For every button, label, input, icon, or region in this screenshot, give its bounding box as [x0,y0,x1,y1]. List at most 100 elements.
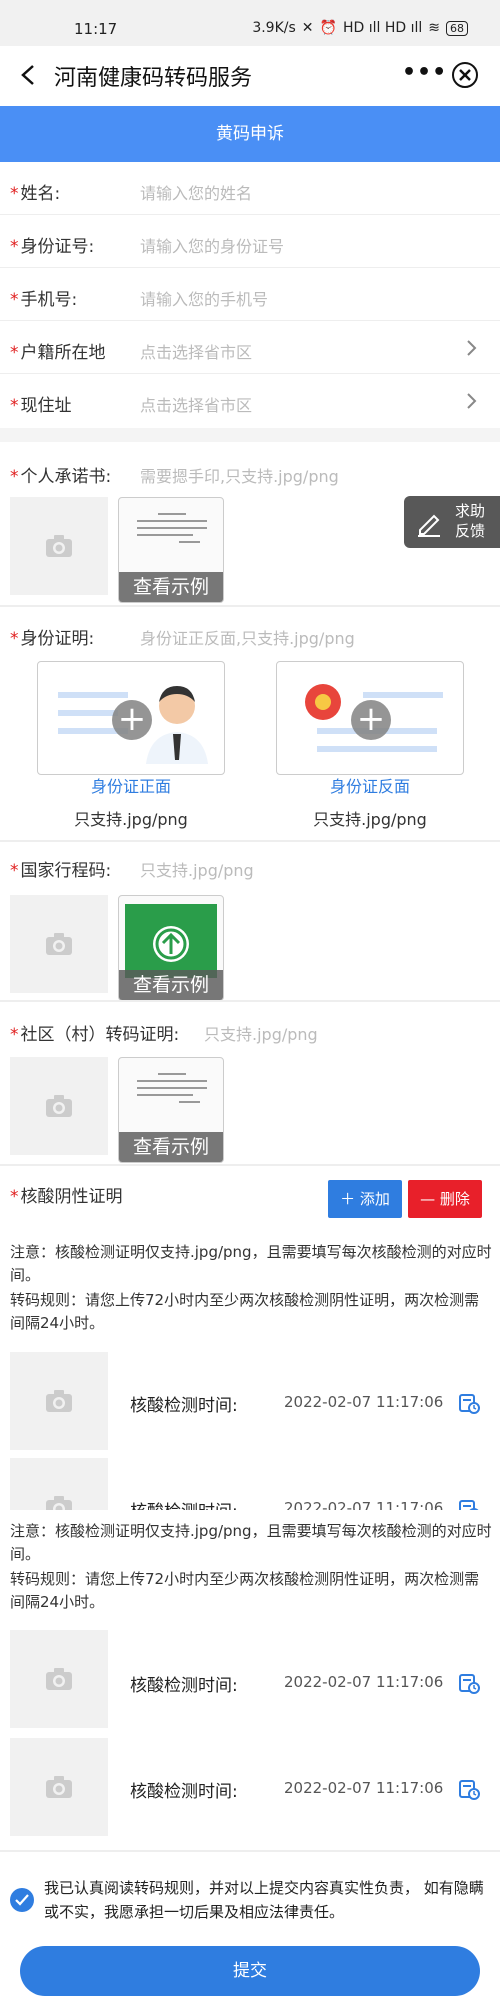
plus-icon: ＋ [340,1190,360,1208]
back-arrow-icon [21,65,34,85]
nucleic-time-value[interactable]: 2022-02-07 11:17:06 [284,1499,443,1510]
nucleic-note: 注意：核酸检测证明仅支持.jpg/png，且需要填写每次核酸检测的对应时间。 [10,1243,492,1284]
calendar-clock-icon[interactable] [458,1498,480,1510]
status-icons: 3.9K/s ✕ ⏰ HD ıll HD ıll ≋ 68 [252,20,468,36]
pledge-label: * 个人承诺书: [10,467,112,487]
residence-select[interactable]: 点击选择省市区 [140,392,252,416]
camera-icon [46,933,72,955]
status-time: 11:17 [74,20,118,38]
id-front-upload[interactable]: + [37,661,225,775]
camera-icon [46,535,72,557]
pledge-upload[interactable] [10,497,108,595]
nucleic-time-label: 核酸检测时间: [130,1782,238,1802]
signal-icon: HD ıll HD ıll [342,20,423,36]
mute-icon: ✕ [301,20,314,36]
nucleic-rule: 转码规则：请您上传72小时内至少两次核酸检测阴性证明，两次检测需间隔24小时。 [10,1570,480,1611]
feedback-label: 反馈 [455,522,486,540]
status-bar: 11:17 3.9K/s ✕ ⏰ HD ıll HD ıll ≋ 68 [0,0,500,46]
network-speed: 3.9K/s [252,20,296,36]
close-button[interactable] [452,62,478,88]
nucleic-entry-clipped: 核酸检测时间: 2022-02-07 11:17:06 [0,1458,500,1510]
agree-checkbox[interactable] [10,1888,34,1912]
camera-icon [46,1390,72,1412]
help-feedback-button[interactable]: 求助 反馈 [404,496,500,548]
nucleic-time-value[interactable]: 2022-02-07 11:17:06 [284,1393,443,1411]
id-back-format: 只支持.jpg/png [313,810,427,829]
residence-label: * 现住址 [10,396,72,416]
itinerary-upload[interactable] [10,895,108,993]
residence-row[interactable]: * 现住址 点击选择省市区 [0,374,500,428]
submit-button[interactable]: 提交 [20,1946,480,1996]
nucleic-time-value[interactable]: 2022-02-07 11:17:06 [284,1673,443,1691]
pledge-sample[interactable]: 查看示例 [118,497,224,603]
title-bar: 河南健康码转码服务 ••• [0,46,500,106]
id-proof-hint: 身份证正反面,只支持.jpg/png [140,629,355,648]
community-hint: 只支持.jpg/png [204,1025,318,1044]
divider [0,605,500,607]
id-number-label: * 身份证号: [10,237,95,257]
person-avatar-icon [146,686,208,764]
nucleic-time-label: 核酸检测时间: [130,1497,238,1510]
id-front-format: 只支持.jpg/png [74,810,188,829]
community-upload[interactable] [10,1057,108,1155]
battery-icon: 68 [446,20,468,36]
agreement-text: 我已认真阅读转码规则，并对以上提交内容真实性负责， 如有隐瞒或不实，我愿承担一切… [44,1879,484,1921]
delete-button[interactable]: — 删除 [408,1180,482,1218]
phone-row[interactable]: * 手机号: 请输入您的手机号 [0,268,500,321]
nucleic-upload-3[interactable] [10,1630,108,1728]
nucleic-upload-2[interactable] [10,1458,108,1510]
name-input[interactable]: 请输入您的姓名 [140,180,252,204]
household-row[interactable]: * 户籍所在地 点击选择省市区 [0,321,500,374]
id-number-input[interactable]: 请输入您的身份证号 [140,233,284,257]
phone-input[interactable]: 请输入您的手机号 [140,286,268,310]
nucleic-upload-4[interactable] [10,1738,108,1836]
itinerary-code-thumbnail [125,904,217,978]
household-label: * 户籍所在地 [10,343,106,363]
id-number-row[interactable]: * 身份证号: 请输入您的身份证号 [0,215,500,268]
banner-yellow-code-appeal: 黄码申诉 [0,106,500,162]
calendar-clock-icon[interactable] [458,1672,480,1694]
nucleic-upload-1[interactable] [10,1352,108,1450]
add-photo-icon: + [351,700,391,740]
more-menu-button[interactable]: ••• [402,60,447,85]
alarm-icon: ⏰ [319,20,337,36]
view-sample-label: 查看示例 [119,970,223,1000]
id-front-caption: 身份证正面 [90,777,171,796]
camera-icon [46,1776,72,1798]
help-label: 求助 [455,502,486,520]
view-sample-label: 查看示例 [119,572,223,602]
section-divider [0,428,500,442]
name-row[interactable]: * 姓名: 请输入您的姓名 [0,162,500,215]
nucleic-note: 注意：核酸检测证明仅支持.jpg/png，且需要填写每次核酸检测的对应时间。 [10,1522,492,1563]
id-proof-label: * 身份证明: [10,629,95,649]
add-button[interactable]: ＋ 添加 [328,1180,402,1218]
national-emblem-icon [305,684,341,720]
camera-icon [46,1095,72,1117]
chevron-right-icon [467,340,477,356]
itinerary-sample[interactable]: 查看示例 [118,895,224,1001]
wifi-icon: ≋ [428,20,440,36]
nucleic-time-label: 核酸检测时间: [130,1676,238,1696]
phone-label: * 手机号: [10,290,78,310]
calendar-clock-icon[interactable] [458,1778,480,1800]
chevron-right-icon [467,393,477,409]
itinerary-hint: 只支持.jpg/png [140,861,254,880]
camera-icon [46,1668,72,1690]
page-title: 河南健康码转码服务 [54,66,253,91]
nucleic-time-value[interactable]: 2022-02-07 11:17:06 [284,1779,443,1797]
community-sample[interactable]: 查看示例 [118,1057,224,1163]
camera-icon [46,1496,72,1510]
edit-icon [418,514,440,537]
household-select[interactable]: 点击选择省市区 [140,339,252,363]
calendar-clock-icon[interactable] [458,1392,480,1414]
id-back-caption: 身份证反面 [329,777,410,796]
divider [0,1000,500,1002]
document-thumbnail [137,1068,207,1108]
itinerary-label: * 国家行程码: [10,861,112,881]
id-back-upload[interactable]: + [276,661,464,775]
checkmark-icon [15,1894,29,1906]
back-button[interactable] [14,60,44,90]
add-photo-icon: + [112,700,152,740]
view-sample-label: 查看示例 [119,1132,223,1162]
divider [0,1850,500,1852]
